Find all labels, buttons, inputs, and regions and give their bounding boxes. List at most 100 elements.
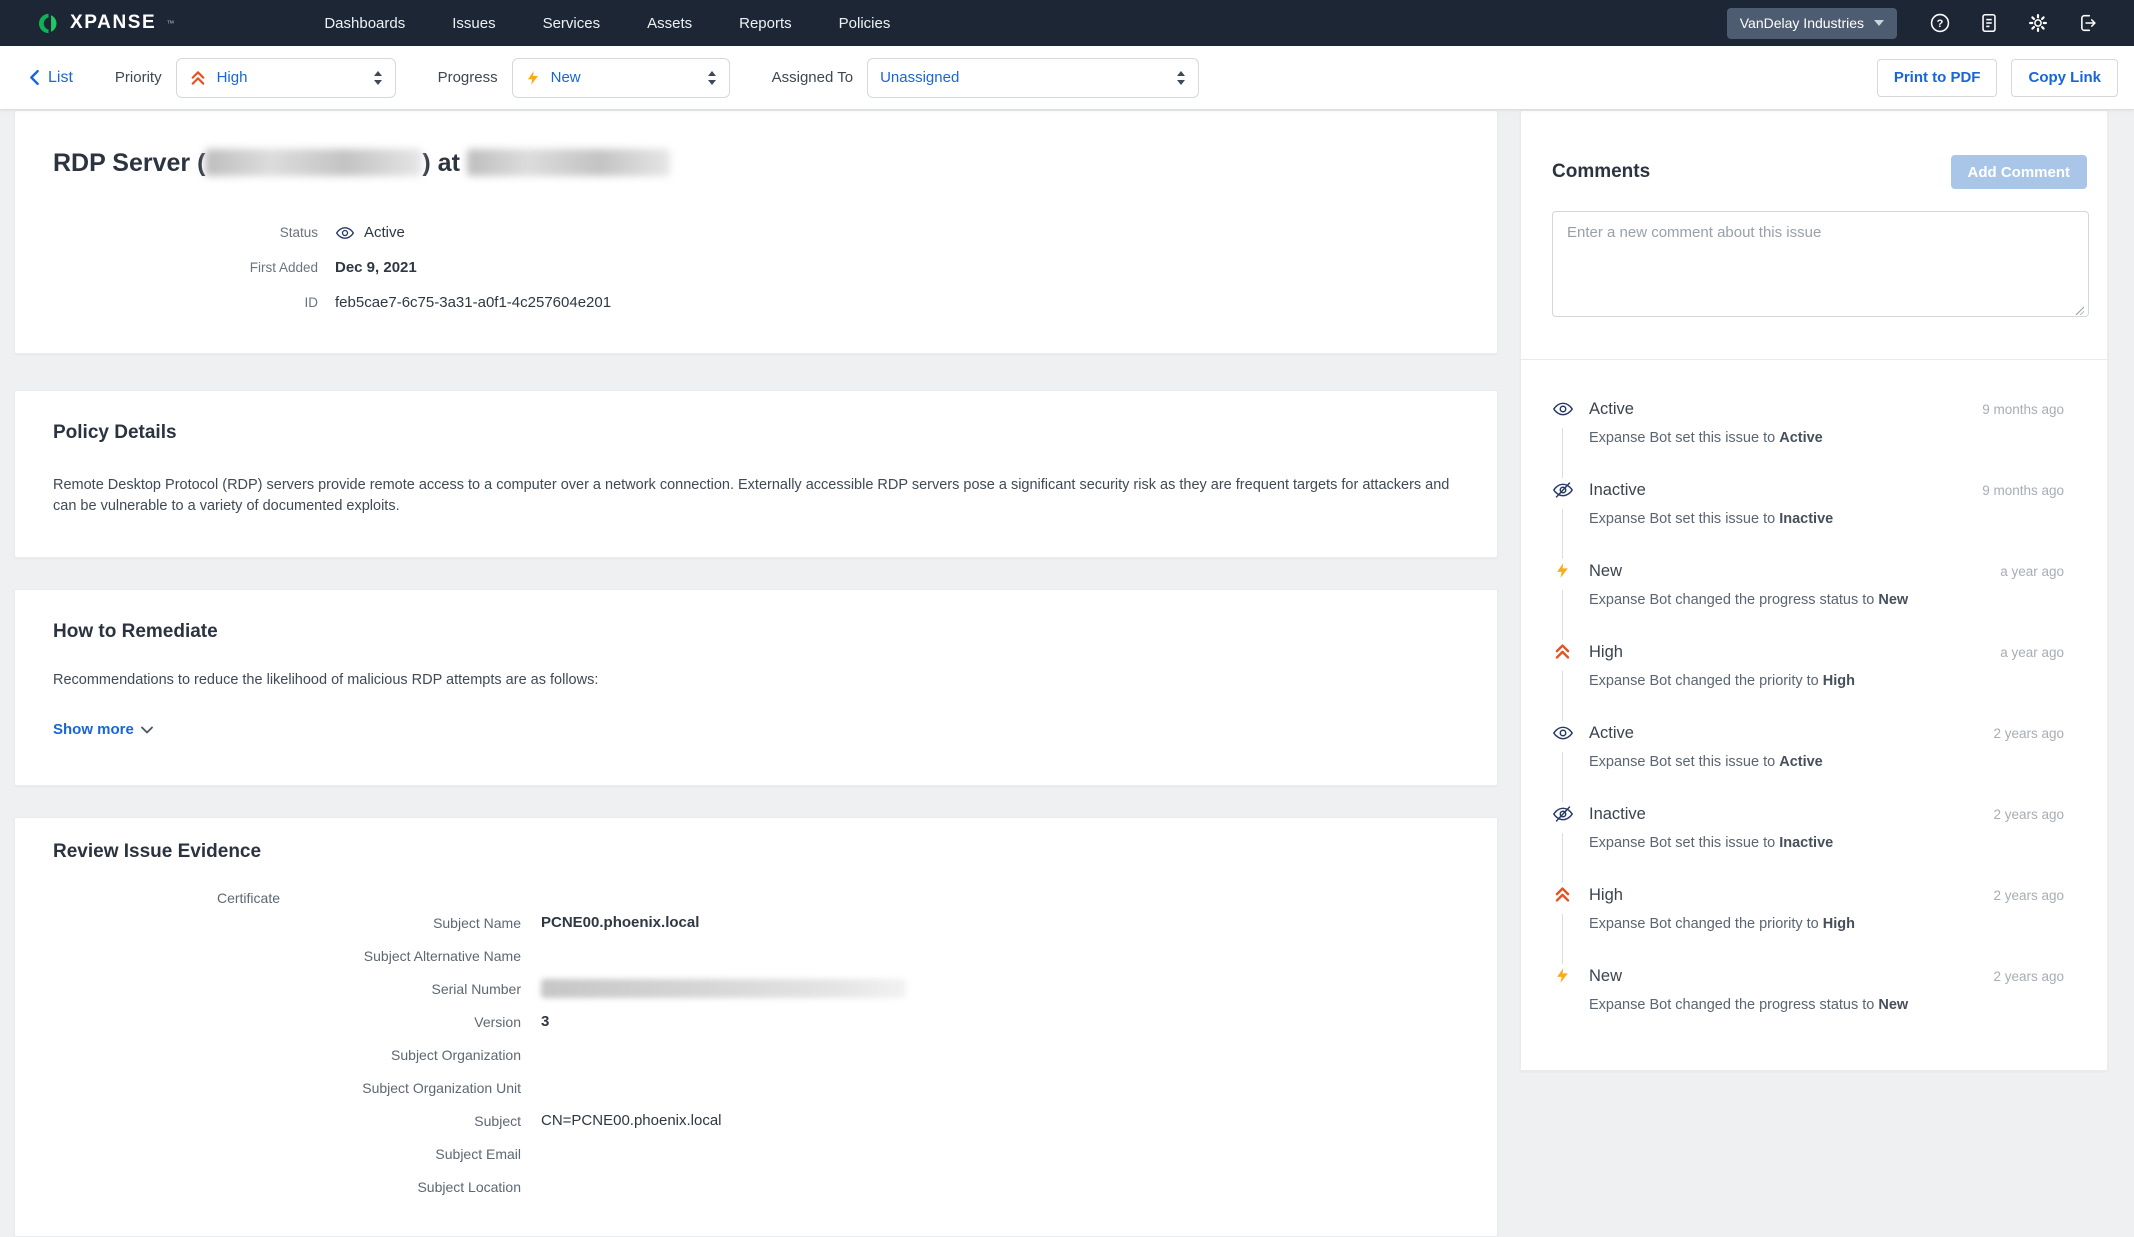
id-row: ID feb5cae7-6c75-3a31-a0f1-4c257604e201 xyxy=(53,285,1459,320)
timeline-title: Active xyxy=(1589,722,1634,744)
status-label: Status xyxy=(53,225,318,240)
issue-detail-column: RDP Server () at Status Active First Add… xyxy=(14,110,1498,1237)
priority-select[interactable]: High xyxy=(176,58,396,98)
progress-select[interactable]: New xyxy=(512,58,730,98)
timeline-description: Expanse Bot changed the progress status … xyxy=(1589,996,2064,1014)
activity-timeline: Active 9 months ago Expanse Bot set this… xyxy=(1521,360,2107,1014)
org-selector-label: VanDelay Industries xyxy=(1740,15,1864,31)
issue-title: RDP Server () at xyxy=(53,147,1459,179)
how-to-remediate-card: How to Remediate Recommendations to redu… xyxy=(14,589,1498,786)
priority-high-icon xyxy=(189,69,207,87)
issue-meta: Status Active First Added Dec 9, 2021 ID… xyxy=(53,215,1459,320)
org-selector-button[interactable]: VanDelay Industries xyxy=(1727,8,1897,39)
eye-slash-icon xyxy=(1552,803,1574,825)
subject-label: Subject xyxy=(15,1113,521,1129)
priority-high-icon xyxy=(1552,641,1574,663)
nav-item-dashboards[interactable]: Dashboards xyxy=(324,15,405,32)
eye-icon xyxy=(335,223,355,243)
priority-label: Priority xyxy=(115,69,162,86)
id-value: feb5cae7-6c75-3a31-a0f1-4c257604e201 xyxy=(335,294,611,311)
status-row: Status Active xyxy=(53,215,1459,250)
subject-organization-unit-label: Subject Organization Unit xyxy=(15,1080,521,1096)
assigned-to-label: Assigned To xyxy=(772,69,853,86)
chevron-left-icon xyxy=(28,69,41,86)
version-value: 3 xyxy=(541,1013,549,1030)
issue-evidence-card: Review Issue Evidence Certificate Subjec… xyxy=(14,817,1498,1237)
evidence-heading: Review Issue Evidence xyxy=(53,840,1497,864)
evidence-row: Subject Location xyxy=(15,1170,1497,1203)
timeline-timestamp: 2 years ago xyxy=(1993,888,2064,903)
version-label: Version xyxy=(15,1014,521,1030)
serial-number-label: Serial Number xyxy=(15,981,521,997)
timeline-description: Expanse Bot changed the priority to High xyxy=(1589,915,2064,933)
help-icon[interactable]: ? xyxy=(1929,12,1951,34)
how-to-remediate-body: Recommendations to reduce the likelihood… xyxy=(53,670,1459,691)
nav-item-assets[interactable]: Assets xyxy=(647,15,692,32)
print-to-pdf-button[interactable]: Print to PDF xyxy=(1877,59,1998,97)
timeline-timestamp: 9 months ago xyxy=(1982,483,2064,498)
assigned-to-select[interactable]: Unassigned xyxy=(867,58,1199,98)
progress-new-icon xyxy=(525,69,541,87)
timeline-title: New xyxy=(1589,560,1622,582)
evidence-row: Subject Name PCNE00.phoenix.local xyxy=(15,906,1497,939)
evidence-row: Subject Organization Unit xyxy=(15,1071,1497,1104)
timeline-title: High xyxy=(1589,884,1623,906)
timeline-entry: New 2 years ago Expanse Bot changed the … xyxy=(1552,965,2064,1014)
first-added-label: First Added xyxy=(53,260,318,275)
trademark-mark: ™ xyxy=(166,19,174,28)
show-more-link[interactable]: Show more xyxy=(53,721,1459,738)
timeline-timestamp: 2 years ago xyxy=(1993,726,2064,741)
assigned-to-value: Unassigned xyxy=(880,69,1176,86)
nav-item-reports[interactable]: Reports xyxy=(739,15,792,32)
logout-icon[interactable] xyxy=(2076,12,2098,34)
redacted-ip-address xyxy=(467,149,670,176)
how-to-remediate-heading: How to Remediate xyxy=(53,620,1459,644)
lightning-icon xyxy=(1552,560,1574,582)
copy-link-button[interactable]: Copy Link xyxy=(2011,59,2118,97)
timeline-timestamp: 9 months ago xyxy=(1982,402,2064,417)
nav-icon-group: ? xyxy=(1929,12,2098,34)
subject-organization-label: Subject Organization xyxy=(15,1047,521,1063)
add-comment-button[interactable]: Add Comment xyxy=(1951,155,2088,189)
status-value: Active xyxy=(335,223,405,243)
eye-icon xyxy=(1552,722,1574,744)
nav-item-policies[interactable]: Policies xyxy=(839,15,891,32)
priority-high-icon xyxy=(1552,884,1574,906)
nav-menu: Dashboards Issues Services Assets Report… xyxy=(324,15,890,32)
timeline-entry: Active 9 months ago Expanse Bot set this… xyxy=(1552,398,2064,447)
nav-item-issues[interactable]: Issues xyxy=(452,15,495,32)
first-added-value: Dec 9, 2021 xyxy=(335,259,417,276)
subject-location-label: Subject Location xyxy=(15,1179,521,1195)
timeline-title: Active xyxy=(1589,398,1634,420)
timeline-entry: High 2 years ago Expanse Bot changed the… xyxy=(1552,884,2064,933)
brand-logo[interactable]: XPANSE ™ xyxy=(38,12,174,35)
evidence-row: Subject CN=PCNE00.phoenix.local xyxy=(15,1104,1497,1137)
back-to-list-link[interactable]: List xyxy=(28,69,73,87)
subject-name-label: Subject Name xyxy=(15,915,521,931)
eye-icon xyxy=(1552,398,1574,420)
nav-item-services[interactable]: Services xyxy=(543,15,601,32)
evidence-row: Subject Organization xyxy=(15,1038,1497,1071)
subject-name-value: PCNE00.phoenix.local xyxy=(541,914,699,931)
progress-value: New xyxy=(551,69,707,86)
document-icon[interactable] xyxy=(1978,12,2000,34)
timeline-timestamp: a year ago xyxy=(2000,645,2064,660)
timeline-entry: Inactive 2 years ago Expanse Bot set thi… xyxy=(1552,803,2064,852)
timeline-description: Expanse Bot set this issue to Active xyxy=(1589,429,2064,447)
priority-value: High xyxy=(217,69,373,86)
issue-toolbar: List Priority High Progress New Assigned… xyxy=(0,46,2134,110)
issue-title-mid: ) at xyxy=(422,149,460,177)
comment-input-wrap xyxy=(1552,211,2089,322)
eye-slash-icon xyxy=(1552,479,1574,501)
evidence-row: Subject Email xyxy=(15,1137,1497,1170)
comments-heading: Comments xyxy=(1552,160,1650,184)
certificate-group-row: Certificate xyxy=(15,890,1497,906)
timeline-timestamp: a year ago xyxy=(2000,564,2064,579)
subject-value: CN=PCNE00.phoenix.local xyxy=(541,1112,722,1129)
gear-icon[interactable] xyxy=(2027,12,2049,34)
timeline-entry: Inactive 9 months ago Expanse Bot set th… xyxy=(1552,479,2064,528)
comment-input[interactable] xyxy=(1552,211,2089,317)
timeline-description: Expanse Bot set this issue to Active xyxy=(1589,753,2064,771)
stepper-icon xyxy=(373,70,383,86)
timeline-description: Expanse Bot set this issue to Inactive xyxy=(1589,834,2064,852)
